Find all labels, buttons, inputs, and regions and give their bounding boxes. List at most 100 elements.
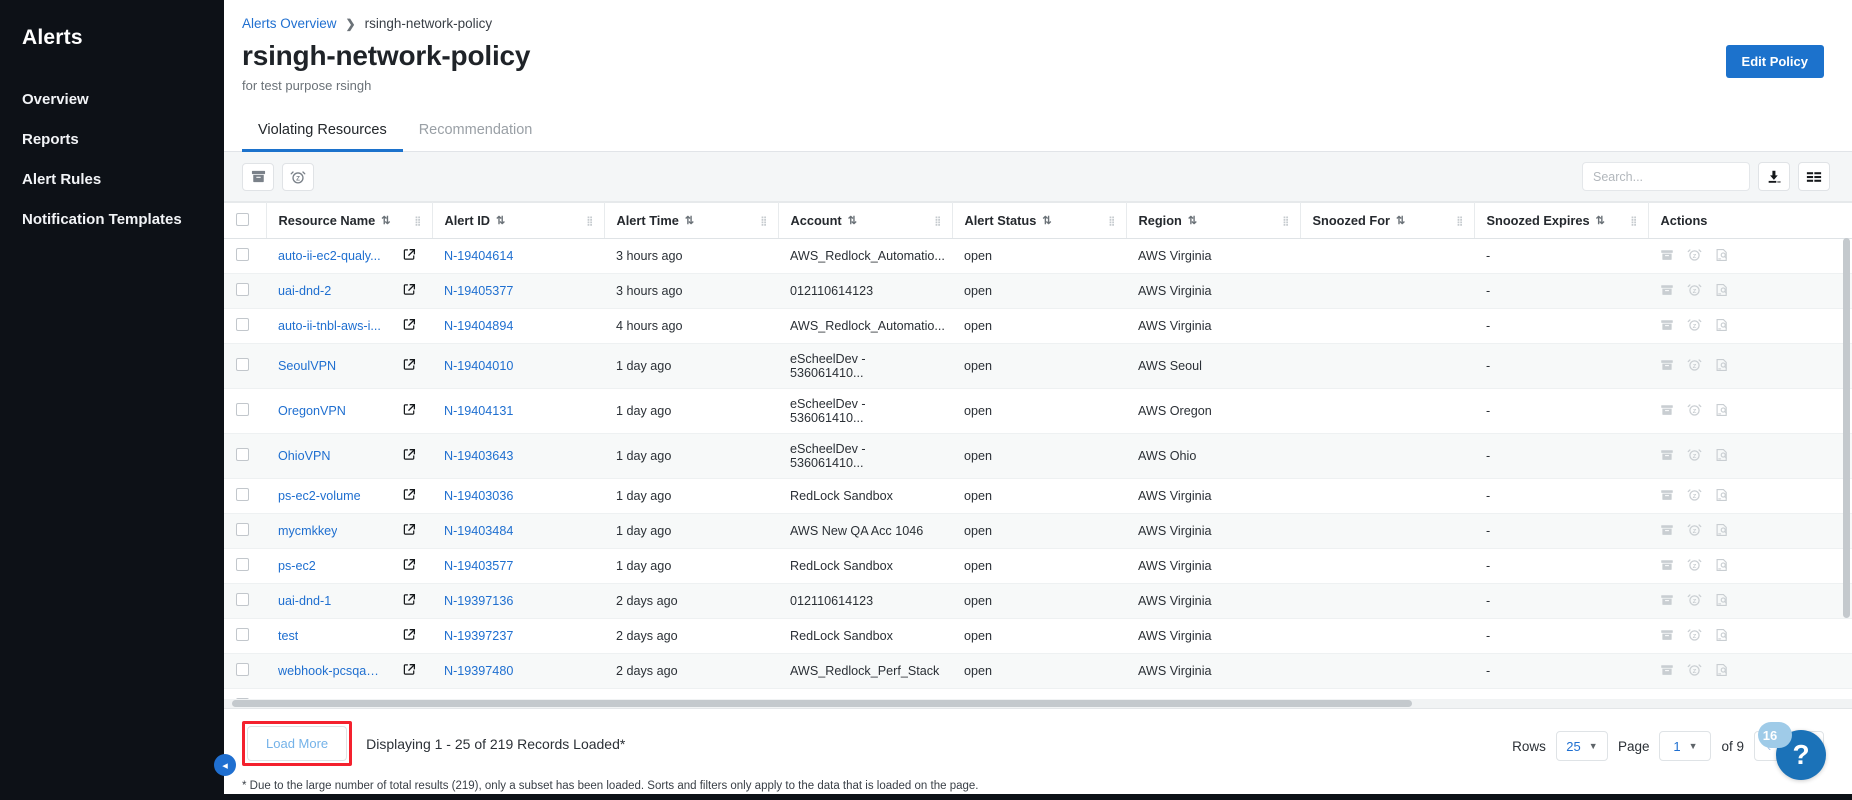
resource-name-link[interactable]: OhioVPN xyxy=(278,449,331,463)
snooze-icon[interactable]: Z xyxy=(1687,282,1702,297)
archive-icon[interactable] xyxy=(1660,318,1674,332)
open-resource-button[interactable] xyxy=(403,558,416,574)
snooze-icon[interactable]: Z xyxy=(1687,522,1702,537)
open-resource-button[interactable] xyxy=(403,593,416,609)
external-link-icon[interactable] xyxy=(403,283,416,296)
search-input[interactable] xyxy=(1593,169,1754,184)
edit-policy-button[interactable]: Edit Policy xyxy=(1725,45,1824,78)
column-resize-grip[interactable]: ⣿ xyxy=(1631,216,1640,225)
row-snooze-button[interactable]: Z xyxy=(1687,282,1702,300)
open-resource-button[interactable] xyxy=(403,358,416,374)
row-checkbox[interactable] xyxy=(236,403,249,416)
external-link-icon[interactable] xyxy=(403,593,416,606)
row-investigate-button[interactable] xyxy=(1715,403,1729,420)
table-row[interactable]: ps-ec2 N-19403577 1 day ago RedLock Sandbox… xyxy=(224,548,1852,584)
open-resource-button[interactable] xyxy=(403,663,416,679)
search-document-icon[interactable] xyxy=(1715,448,1729,462)
column-resize-grip[interactable]: ⣿ xyxy=(1109,216,1118,225)
resource-name-link[interactable]: ps-ec2 xyxy=(278,559,316,573)
table-row[interactable]: mycmkkey N-19403484 1 day ago AWS New QA Ac… xyxy=(224,513,1852,549)
external-link-icon[interactable] xyxy=(403,558,416,571)
column-resize-grip[interactable]: ⣿ xyxy=(761,216,770,225)
external-link-icon[interactable] xyxy=(403,318,416,331)
row-investigate-button[interactable] xyxy=(1715,628,1729,645)
row-snooze-button[interactable]: Z xyxy=(1687,247,1702,265)
snooze-icon[interactable]: Z xyxy=(1687,557,1702,572)
external-link-icon[interactable] xyxy=(403,248,416,261)
row-snooze-button[interactable]: Z xyxy=(1687,447,1702,465)
snooze-icon[interactable]: Z xyxy=(1687,357,1702,372)
header-account[interactable]: Account ⇅ ⣿ xyxy=(778,202,953,239)
alert-id-link[interactable]: N-19404614 xyxy=(444,249,513,263)
open-resource-button[interactable] xyxy=(403,248,416,264)
table-horizontal-scrollbar-track[interactable] xyxy=(224,699,1852,708)
sort-icon[interactable]: ⇅ xyxy=(848,214,857,227)
header-region[interactable]: Region ⇅ ⣿ xyxy=(1126,202,1301,239)
sort-icon[interactable]: ⇅ xyxy=(685,214,694,227)
row-checkbox[interactable] xyxy=(236,448,249,461)
snooze-icon[interactable]: Z xyxy=(1687,402,1702,417)
resource-name-link[interactable]: uai-dnd-2 xyxy=(278,284,331,298)
row-investigate-button[interactable] xyxy=(1715,488,1729,505)
page-select[interactable]: 1 ▼ xyxy=(1659,731,1712,761)
row-archive-button[interactable] xyxy=(1660,558,1674,575)
open-resource-button[interactable] xyxy=(403,403,416,419)
archive-icon[interactable] xyxy=(1660,358,1674,372)
search-document-icon[interactable] xyxy=(1715,558,1729,572)
row-archive-button[interactable] xyxy=(1660,593,1674,610)
search-document-icon[interactable] xyxy=(1715,593,1729,607)
row-archive-button[interactable] xyxy=(1660,663,1674,680)
load-more-button[interactable]: Load More xyxy=(247,726,348,761)
table-vertical-scrollbar[interactable] xyxy=(1843,238,1850,618)
snooze-icon[interactable]: Z xyxy=(1687,487,1702,502)
search-document-icon[interactable] xyxy=(1715,283,1729,297)
row-snooze-button[interactable]: Z xyxy=(1687,522,1702,540)
column-settings-button[interactable] xyxy=(1798,162,1830,191)
resource-name-link[interactable]: auto-ii-ec2-qualy... xyxy=(278,249,381,263)
search-document-icon[interactable] xyxy=(1715,628,1729,642)
row-investigate-button[interactable] xyxy=(1715,283,1729,300)
snooze-icon[interactable]: Z xyxy=(1687,662,1702,677)
tab-violating-resources[interactable]: Violating Resources xyxy=(242,112,403,152)
alert-id-link[interactable]: N-19397237 xyxy=(444,629,513,643)
alert-id-link[interactable]: N-19397480 xyxy=(444,664,513,678)
row-investigate-button[interactable] xyxy=(1715,558,1729,575)
archive-icon[interactable] xyxy=(1660,663,1674,677)
resource-name-link[interactable]: auto-ii-tnbl-aws-i... xyxy=(278,319,381,333)
row-snooze-button[interactable]: Z xyxy=(1687,402,1702,420)
row-checkbox[interactable] xyxy=(236,358,249,371)
external-link-icon[interactable] xyxy=(403,488,416,501)
row-archive-button[interactable] xyxy=(1660,358,1674,375)
archive-icon[interactable] xyxy=(1660,448,1674,462)
alert-id-link[interactable]: N-19404894 xyxy=(444,319,513,333)
row-checkbox[interactable] xyxy=(236,488,249,501)
alert-id-link[interactable]: N-19405377 xyxy=(444,284,513,298)
header-alert-id[interactable]: Alert ID ⇅ ⣿ xyxy=(432,202,605,239)
external-link-icon[interactable] xyxy=(403,523,416,536)
header-snoozed-expires[interactable]: Snoozed Expires ⇅ ⣿ xyxy=(1474,202,1649,239)
alert-id-link[interactable]: N-19403036 xyxy=(444,489,513,503)
search-document-icon[interactable] xyxy=(1715,403,1729,417)
snooze-icon[interactable]: Z xyxy=(1687,592,1702,607)
row-checkbox[interactable] xyxy=(236,593,249,606)
resource-name-link[interactable]: ps-ec2-volume xyxy=(278,489,361,503)
sidebar-collapse-button[interactable]: ◂ xyxy=(214,754,236,776)
external-link-icon[interactable] xyxy=(403,358,416,371)
alert-id-link[interactable]: N-19404010 xyxy=(444,359,513,373)
external-link-icon[interactable] xyxy=(403,663,416,676)
row-snooze-button[interactable]: Z xyxy=(1687,487,1702,505)
tab-recommendation[interactable]: Recommendation xyxy=(403,112,549,152)
header-snoozed-for[interactable]: Snoozed For ⇅ ⣿ xyxy=(1300,202,1475,239)
archive-icon[interactable] xyxy=(1660,283,1674,297)
sort-icon[interactable]: ⇅ xyxy=(381,214,390,227)
header-resource-name[interactable]: Resource Name ⇅ ⣿ xyxy=(266,202,433,239)
sort-icon[interactable]: ⇅ xyxy=(1188,214,1197,227)
alert-id-link[interactable]: N-19397136 xyxy=(444,594,513,608)
download-button[interactable] xyxy=(1758,162,1790,191)
resource-name-link[interactable]: OregonVPN xyxy=(278,404,346,418)
snooze-icon[interactable]: Z xyxy=(1687,247,1702,262)
table-row[interactable]: ps-ec2-volume N-19403036 1 day ago RedLock … xyxy=(224,478,1852,514)
row-investigate-button[interactable] xyxy=(1715,593,1729,610)
alert-id-link[interactable]: N-19403577 xyxy=(444,559,513,573)
table-row[interactable]: SeoulVPN N-19404010 1 day ago eScheelDev - … xyxy=(224,343,1852,389)
